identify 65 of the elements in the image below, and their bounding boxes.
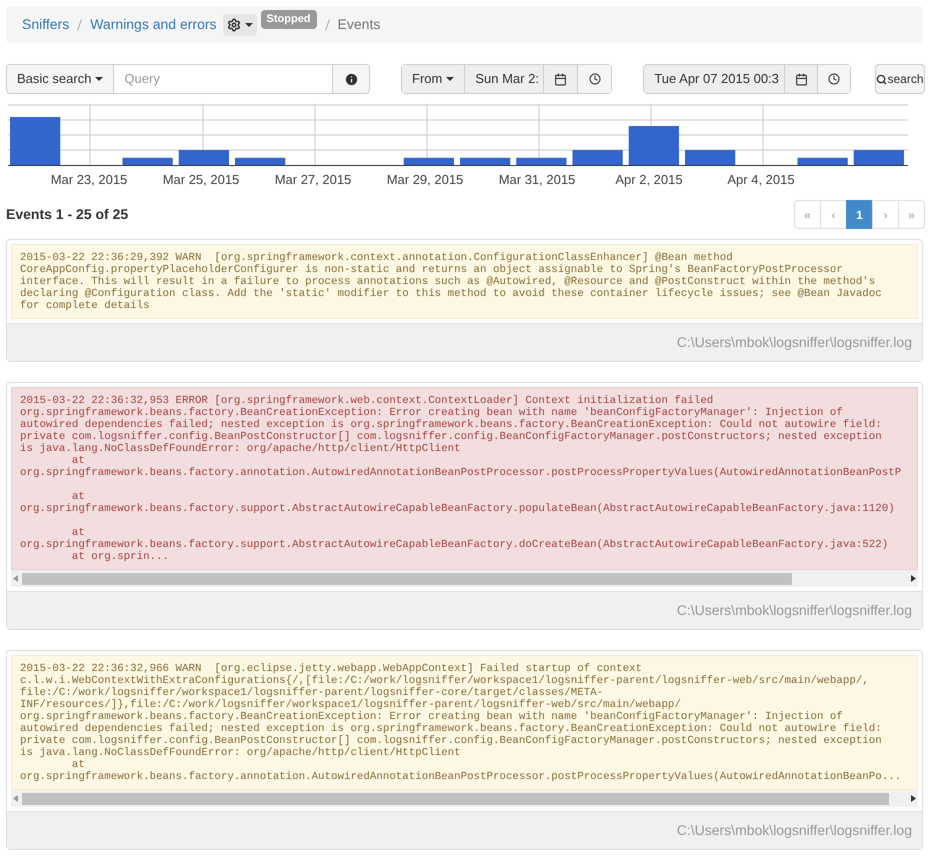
page-button[interactable]: ‹: [820, 200, 847, 229]
settings-dropdown[interactable]: [222, 14, 257, 36]
from-date-field[interactable]: Sun Mar 2:: [465, 65, 544, 93]
breadcrumb-link[interactable]: Sniffers: [22, 14, 70, 35]
search-icon: [876, 74, 888, 84]
histogram-bar: [685, 150, 736, 165]
histogram-bar: [10, 117, 60, 165]
log-message: 2015-03-22 22:36:32,966 WARN [org.eclipse.jetty.webapp.WebAppContext] Failed startup of context c.l.w.i.WebContextWithExtraConfigurations{/,[file:/C:/work/logsniffer/workspace1/logsniffer-parent/logsniffer-web/src/main/webapp/, file:/C:/work/logsniffer/workspace1/logsniffer-parent/logsniffer-core/target/classes/META- INF/resources/]},file:/C:/work/logsniffer/workspace1/logsniffer-parent/logsniffer-web/src/main/webapp/ org.springframework.beans.factory.BeanCreationException: Error creating bean with name 'beanConfigFactoryManager': Injection of autowired dependencies failed; nested exception is org.springframework.beans.factory.BeanCreationException: Could not autowire field: private com.logsniffer.config.BeanPostConstructor[] com.logsniffer.config.BeanConfigFactoryManager.postConstructors; nested exception is java.lang.NoClassDefFoundError: org/apache/http/client/HttpClient at org.springframework.beans.factory.annotation.AutowiredAnnotationBeanPostProcessor.postProcessPropertyValues(AutowiredAnnotationBeanPo...: [20, 663, 902, 783]
caret-icon: [95, 77, 104, 81]
histogram-bar: [122, 158, 173, 165]
axis-label: Mar 31, 2015: [498, 171, 576, 189]
axis-label: Mar 29, 2015: [386, 171, 464, 189]
scrollbar[interactable]: [11, 570, 918, 587]
scrollbar[interactable]: [11, 790, 918, 807]
log-message: 2015-03-22 22:36:29,392 WARN [org.springframework.context.annotation.ConfigurationClassEnhancer] @Bean method CoreAppConfig.propertyPlaceholderConfigurer is non-static and returns an object assignable to Spring's BeanFactoryPostProcessor interface. This will result in a failure to process annotations such as @Autowired, @Resource and @PostConstruct within the method's declaring @Configuration class. Add the 'static' modifier to this method to avoid these container lifecycle issues; see @Bean Javadoc for complete details: [20, 252, 883, 312]
time-button[interactable]: [577, 65, 612, 93]
calendar-icon: [554, 72, 568, 86]
scroll-right-icon: [911, 575, 916, 582]
histogram-bar: [235, 158, 286, 165]
info-button[interactable]: [332, 64, 370, 94]
clock-icon: [588, 73, 601, 85]
axis-label: Apr 4, 2015: [726, 171, 796, 189]
search-mode-dropdown[interactable]: Basic search: [6, 64, 114, 94]
scroll-left-icon: [13, 795, 18, 802]
calendar-button[interactable]: [784, 65, 818, 93]
page-button[interactable]: ›: [872, 200, 899, 229]
histogram-bar: [178, 150, 229, 165]
info-icon: [344, 72, 358, 86]
axis-label: Apr 2, 2015: [614, 171, 684, 189]
breadcrumb-current: Events: [338, 15, 380, 34]
file-path: C:\Users\mbok\logsniffer\logsniffer.log: [676, 601, 912, 620]
histogram-bar: [460, 158, 510, 165]
caret-icon: [244, 22, 253, 26]
to-date-field[interactable]: Tue Apr 07 2015 00:3: [644, 65, 784, 93]
time-button[interactable]: [817, 65, 850, 93]
histogram-bar: [404, 158, 454, 165]
page-button[interactable]: »: [898, 200, 925, 229]
histogram-bar: [516, 158, 566, 165]
file-path: C:\Users\mbok\logsniffer\logsniffer.log: [676, 333, 912, 352]
page-button[interactable]: «: [794, 200, 821, 229]
separator-icon: [77, 18, 82, 30]
events-heading: Events 1 - 25 of 25: [6, 205, 128, 224]
settings-icon: [226, 18, 241, 32]
axis-label: Mar 23, 2015: [50, 171, 128, 189]
query-field[interactable]: Query: [114, 64, 332, 94]
search-button[interactable]: search: [875, 64, 925, 94]
from-dropdown[interactable]: From: [402, 65, 466, 93]
scroll-right-icon: [911, 795, 916, 802]
histogram-bar: [572, 150, 623, 165]
breadcrumb-link[interactable]: Warnings and errors: [90, 14, 217, 35]
log-message: 2015-03-22 22:36:32,953 ERROR [org.springframework.web.context.ContextLoader] Context initialization failed org.springframework.beans.factory.BeanCreationException: Error creating bean with name 'beanConfigFactoryManager': Injection of autowired dependencies failed; nested exception is org.springframework.beans.factory.BeanCreationException: Could not autowire field: private com.logsniffer.config.BeanPostConstructor[] com.logsniffer.config.BeanConfigFactoryManager.postConstructors; nested exception is java.lang.NoClassDefFoundError: org/apache/http/client/HttpClient at org.springframework.beans.factory.annotation.AutowiredAnnotationBeanPostProcessor.postProcessPropertyValues(AutowiredAnnotationBeanPostP at org.springframework.beans.factory.support.AbstractAutowireCapableBeanFactory.populateBean(AbstractAutowireCapableBeanFactory.java:1120) at org.springframework.beans.factory.support.AbstractAutowireCapableBeanFactory.doCreateBean(AbstractAutowireCapableBeanFactory.java:522) at org.sprin...: [20, 395, 902, 563]
status-badge: Stopped: [260, 10, 317, 28]
clock-icon: [828, 73, 840, 85]
separator-icon: [324, 18, 330, 30]
file-path: C:\Users\mbok\logsniffer\logsniffer.log: [676, 821, 912, 840]
histogram-bar: [628, 126, 679, 165]
page-button[interactable]: 1: [846, 200, 873, 229]
caret-icon: [446, 77, 454, 81]
histogram-bar: [798, 158, 848, 165]
axis-label: Mar 25, 2015: [162, 171, 240, 189]
axis-label: Mar 27, 2015: [274, 171, 352, 189]
scroll-left-icon: [13, 575, 18, 582]
calendar-icon: [794, 72, 808, 86]
histogram-bar: [854, 150, 904, 165]
calendar-button[interactable]: [543, 65, 578, 93]
